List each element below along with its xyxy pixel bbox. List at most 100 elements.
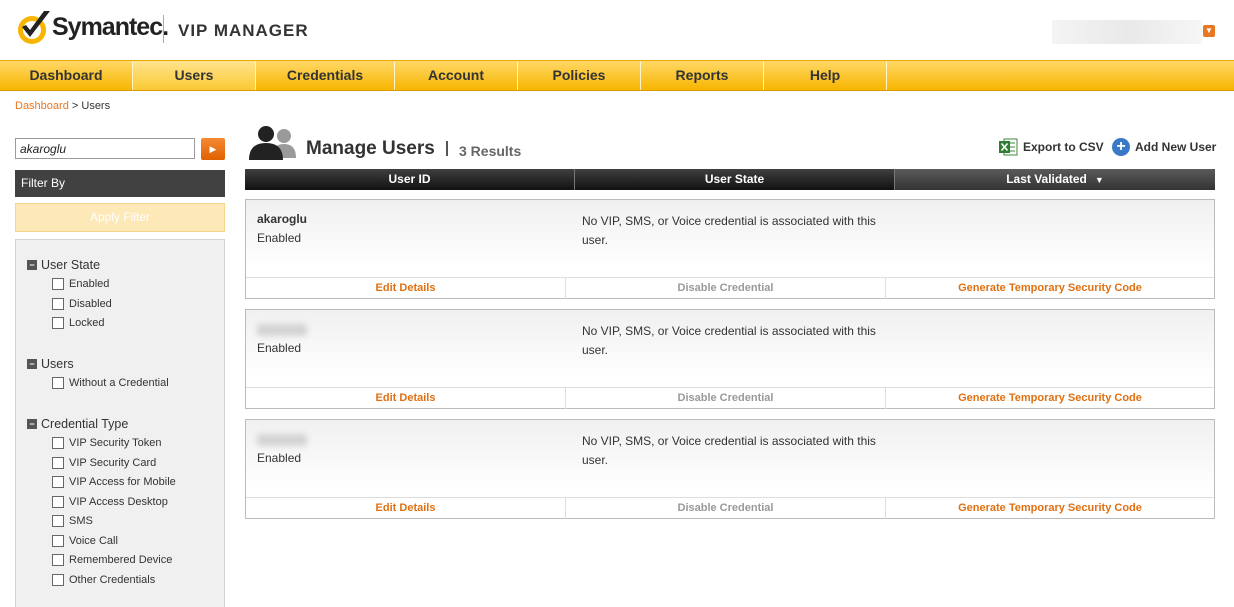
- nav-reports[interactable]: Reports: [641, 61, 764, 90]
- main-nav: Dashboard Users Credentials Account Poli…: [0, 60, 1234, 91]
- checkbox[interactable]: [52, 476, 64, 488]
- generate-security-code-link[interactable]: Generate Temporary Security Code: [886, 278, 1214, 299]
- disable-credential-link: Disable Credential: [566, 388, 886, 409]
- filter-group-title: Users: [41, 357, 74, 371]
- add-new-user-label: Add New User: [1135, 140, 1217, 154]
- disable-credential-link: Disable Credential: [566, 498, 886, 519]
- checkbox[interactable]: [52, 574, 64, 586]
- breadcrumb-dashboard-link[interactable]: Dashboard: [15, 100, 69, 112]
- filter-group-users[interactable]: − Users: [27, 357, 74, 371]
- nav-account[interactable]: Account: [395, 61, 518, 90]
- user-account-menu[interactable]: [1052, 20, 1202, 44]
- collapse-icon[interactable]: −: [27, 419, 37, 429]
- filter-option-label: Locked: [69, 317, 105, 329]
- filter-option-other-credentials[interactable]: Other Credentials: [52, 574, 155, 586]
- excel-icon: [999, 138, 1018, 156]
- chevron-down-icon[interactable]: ▼: [1203, 25, 1215, 37]
- column-user-id[interactable]: User ID: [245, 169, 575, 190]
- brand-divider: [163, 15, 164, 43]
- filter-group-credential-type[interactable]: − Credential Type: [27, 417, 128, 431]
- filter-by-header: Filter By: [15, 170, 225, 197]
- edit-details-link[interactable]: Edit Details: [246, 498, 566, 519]
- generate-security-code-link[interactable]: Generate Temporary Security Code: [886, 388, 1214, 409]
- checkbox[interactable]: [52, 298, 64, 310]
- credential-message: No VIP, SMS, or Voice credential is asso…: [582, 324, 876, 357]
- export-csv-label: Export to CSV: [1023, 140, 1104, 154]
- filter-option-label: Disabled: [69, 298, 112, 310]
- generate-security-code-link[interactable]: Generate Temporary Security Code: [886, 498, 1214, 519]
- checkbox[interactable]: [52, 457, 64, 469]
- checkbox[interactable]: [52, 496, 64, 508]
- brand-name: Symantec.: [52, 13, 169, 41]
- header: Symantec. VIP MANAGER ▼: [0, 0, 1234, 60]
- edit-details-link[interactable]: Edit Details: [246, 278, 566, 299]
- column-last-validated[interactable]: Last Validated ▼: [895, 169, 1215, 190]
- breadcrumb: Dashboard > Users: [15, 100, 110, 112]
- results-count: 3 Results: [459, 143, 522, 159]
- user-card: Enabled No VIP, SMS, or Voice credential…: [245, 419, 1215, 519]
- filter-option-disabled[interactable]: Disabled: [52, 298, 112, 310]
- search-go-button[interactable]: ▶: [201, 138, 225, 160]
- nav-policies[interactable]: Policies: [518, 61, 641, 90]
- users-table-header: User ID User State Last Validated ▼: [245, 169, 1215, 190]
- filter-option-label: Other Credentials: [69, 574, 156, 586]
- export-csv-button[interactable]: Export to CSV: [999, 138, 1104, 156]
- user-state: Enabled: [257, 341, 302, 355]
- user-card-actions: Edit Details Disable Credential Generate…: [246, 387, 1214, 409]
- nav-credentials[interactable]: Credentials: [256, 61, 395, 90]
- filter-option-vip-access-mobile[interactable]: VIP Access for Mobile: [52, 476, 176, 488]
- checkbox[interactable]: [52, 554, 64, 566]
- filter-group-title: User State: [41, 258, 101, 272]
- apply-filter-button[interactable]: Apply Filter: [15, 203, 225, 232]
- filter-option-locked[interactable]: Locked: [52, 317, 104, 329]
- filter-option-remembered-device[interactable]: Remembered Device: [52, 554, 172, 566]
- filter-group-user-state[interactable]: − User State: [27, 258, 100, 272]
- filter-option-label: SMS: [69, 515, 93, 527]
- checkbox[interactable]: [52, 317, 64, 329]
- users-group-icon: [249, 126, 296, 160]
- play-arrow-icon: ▶: [209, 144, 217, 154]
- column-user-state[interactable]: User State: [575, 169, 895, 190]
- breadcrumb-current: Users: [81, 100, 111, 112]
- nav-dashboard[interactable]: Dashboard: [0, 61, 133, 90]
- filter-option-label: VIP Access for Mobile: [69, 476, 176, 488]
- column-label: Last Validated: [1006, 172, 1087, 186]
- nav-help[interactable]: Help: [764, 61, 887, 90]
- breadcrumb-separator: >: [68, 100, 82, 112]
- checkbox[interactable]: [52, 535, 64, 547]
- checkbox[interactable]: [52, 278, 64, 290]
- collapse-icon[interactable]: −: [27, 260, 37, 270]
- plus-icon: +: [1112, 138, 1130, 156]
- symantec-logo-icon: [18, 11, 50, 44]
- sort-down-icon[interactable]: ▼: [1095, 170, 1104, 191]
- filter-option-vip-access-desktop[interactable]: VIP Access Desktop: [52, 496, 168, 508]
- user-card: Enabled No VIP, SMS, or Voice credential…: [245, 309, 1215, 409]
- product-name: VIP MANAGER: [178, 21, 309, 40]
- checkbox[interactable]: [52, 377, 64, 389]
- user-card: akaroglu Enabled No VIP, SMS, or Voice c…: [245, 199, 1215, 299]
- filter-option-sms[interactable]: SMS: [52, 515, 93, 527]
- filter-option-without-credential[interactable]: Without a Credential: [52, 377, 169, 389]
- add-new-user-button[interactable]: + Add New User: [1112, 138, 1216, 156]
- user-id: akaroglu: [257, 212, 308, 226]
- redacted-user-id: [257, 434, 307, 446]
- user-card-actions: Edit Details Disable Credential Generate…: [246, 497, 1214, 519]
- collapse-icon[interactable]: −: [27, 359, 37, 369]
- checkbox[interactable]: [52, 437, 64, 449]
- edit-details-link[interactable]: Edit Details: [246, 388, 566, 409]
- credential-message: No VIP, SMS, or Voice credential is asso…: [582, 434, 876, 467]
- filter-option-vip-security-card[interactable]: VIP Security Card: [52, 457, 156, 469]
- app-root: Symantec. VIP MANAGER ▼ Dashboard Users …: [0, 0, 1234, 607]
- checkbox[interactable]: [52, 515, 64, 527]
- disable-credential-link: Disable Credential: [566, 278, 886, 299]
- filter-option-label: Voice Call: [69, 535, 118, 547]
- search-input[interactable]: [15, 138, 195, 159]
- filter-option-label: VIP Security Card: [69, 457, 157, 469]
- filter-group-title: Credential Type: [41, 417, 129, 431]
- redacted-user-id: [257, 324, 307, 336]
- filter-option-voice-call[interactable]: Voice Call: [52, 535, 118, 547]
- filter-option-label: Enabled: [69, 278, 110, 290]
- filter-option-enabled[interactable]: Enabled: [52, 278, 109, 290]
- filter-option-vip-security-token[interactable]: VIP Security Token: [52, 437, 162, 449]
- nav-users[interactable]: Users: [133, 61, 256, 90]
